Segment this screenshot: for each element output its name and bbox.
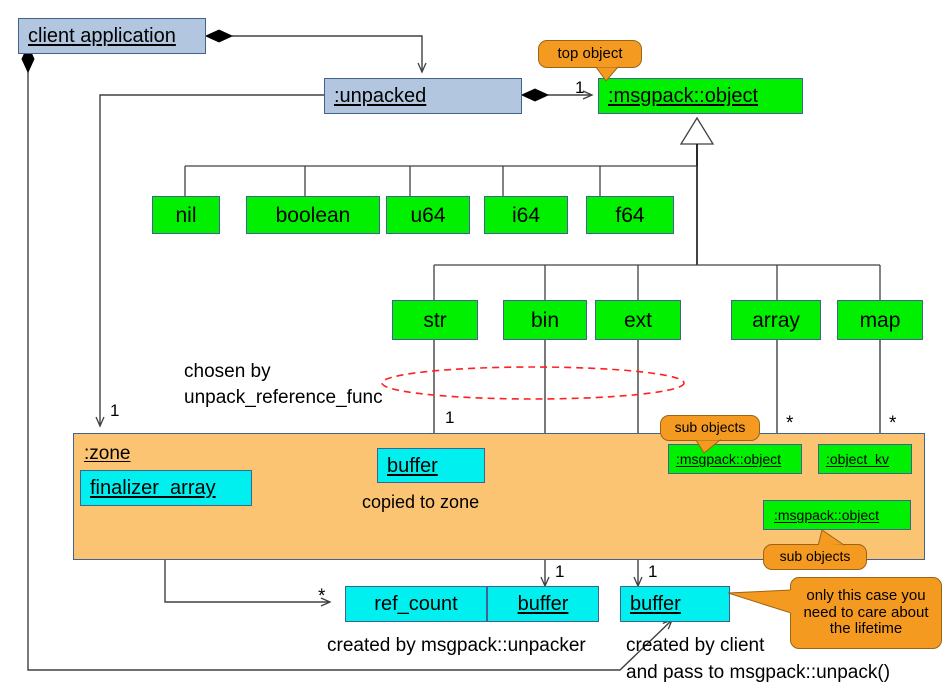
callout-top-object-tail [596, 66, 620, 82]
node-kv-msgpack-object[interactable]: :msgpack::object [763, 500, 911, 530]
callout-top-object-label: top object [557, 44, 623, 62]
node-ref-count[interactable]: ref_count [345, 586, 487, 622]
ref-count-label: ref_count [374, 593, 458, 615]
callout-lifetime-line-3: the lifetime [829, 620, 903, 638]
zone-label: :zone [84, 443, 131, 464]
type-ext-label: ext [623, 308, 652, 332]
node-unpacked[interactable]: :unpacked [324, 78, 522, 114]
type-f64-label: f64 [615, 203, 645, 227]
node-type-f64[interactable]: f64 [586, 196, 674, 234]
type-boolean-label: boolean [275, 203, 351, 227]
chosen-by-line-2: unpack_reference_func [184, 387, 383, 408]
callout-sub-objects-left: sub objects [660, 415, 760, 441]
node-client-buffer[interactable]: buffer [620, 586, 730, 622]
callout-lifetime-note: only this case you need to care about th… [790, 577, 942, 649]
object-kv-label: :object_kv [826, 451, 890, 467]
client-buffer-label: buffer [630, 593, 681, 615]
multiplicity-zone-buffer: 1 [445, 408, 455, 427]
finalizer-array-label: finalizer_array [90, 477, 216, 499]
node-object-kv[interactable]: :object_kv [818, 444, 912, 474]
node-finalizer-array[interactable]: finalizer_array [80, 470, 252, 506]
callout-lifetime-tail [728, 589, 792, 614]
created-by-client-line-1: created by client [626, 635, 765, 656]
node-sub-msgpack-object[interactable]: :msgpack::object [668, 444, 802, 474]
created-by-unpacker-caption: created by msgpack::unpacker [327, 635, 586, 656]
node-type-u64[interactable]: u64 [386, 196, 470, 234]
type-bin-label: bin [530, 308, 560, 332]
callout-lifetime-line-1: only this case you [806, 586, 926, 604]
callout-lifetime-line-2: need to care about [803, 603, 929, 621]
zone-buffer-label: buffer [387, 454, 438, 477]
node-ref-count-buffer[interactable]: buffer [487, 586, 599, 622]
kv-msgpack-object-label: :msgpack::object [774, 507, 880, 523]
type-u64-label: u64 [410, 203, 446, 227]
callout-sub-objects-bottom-tail [818, 529, 846, 547]
node-type-ext[interactable]: ext [595, 300, 681, 340]
multiplicity-object-kv: * [889, 413, 897, 434]
chosen-by-line-1: chosen by [184, 361, 271, 382]
node-type-boolean[interactable]: boolean [246, 196, 380, 234]
multiplicity-sub-object: * [786, 413, 794, 434]
node-type-array[interactable]: array [731, 300, 821, 340]
node-type-bin[interactable]: bin [503, 300, 587, 340]
type-array-label: array [752, 308, 800, 332]
multiplicity-ref-count-buffer: 1 [555, 562, 565, 581]
multiplicity-zone: 1 [110, 401, 120, 420]
callout-sub-objects-bottom-label: sub objects [779, 548, 851, 565]
node-type-nil[interactable]: nil [152, 196, 220, 234]
created-by-client-line-2: and pass to msgpack::unpack() [626, 662, 891, 683]
callout-top-object: top object [538, 40, 642, 68]
type-map-label: map [859, 308, 901, 332]
callout-sub-objects-left-label: sub objects [674, 419, 746, 436]
multiplicity-client-buffer: 1 [648, 562, 658, 581]
unpacked-label: :unpacked [334, 85, 427, 107]
ref-count-buffer-label: buffer [517, 593, 569, 615]
node-type-map[interactable]: map [837, 300, 923, 340]
type-i64-label: i64 [511, 203, 541, 227]
node-msgpack-object-top[interactable]: :msgpack::object [598, 78, 803, 114]
diagram-canvas: client application :unpacked :msgpack::o… [0, 0, 949, 692]
node-zone-buffer[interactable]: buffer [377, 448, 485, 483]
node-type-i64[interactable]: i64 [484, 196, 568, 234]
callout-sub-objects-left-tail [696, 439, 722, 454]
node-client-application[interactable]: client application [18, 18, 206, 54]
msgpack-object-top-label: :msgpack::object [608, 85, 759, 107]
type-nil-label: nil [175, 203, 197, 227]
node-type-str[interactable]: str [392, 300, 478, 340]
type-str-label: str [423, 308, 447, 332]
multiplicity-ref-count: * [318, 586, 326, 607]
multiplicity-top-object: 1 [575, 78, 585, 97]
client-application-label: client application [28, 25, 176, 47]
copied-to-zone-caption: copied to zone [362, 492, 480, 512]
